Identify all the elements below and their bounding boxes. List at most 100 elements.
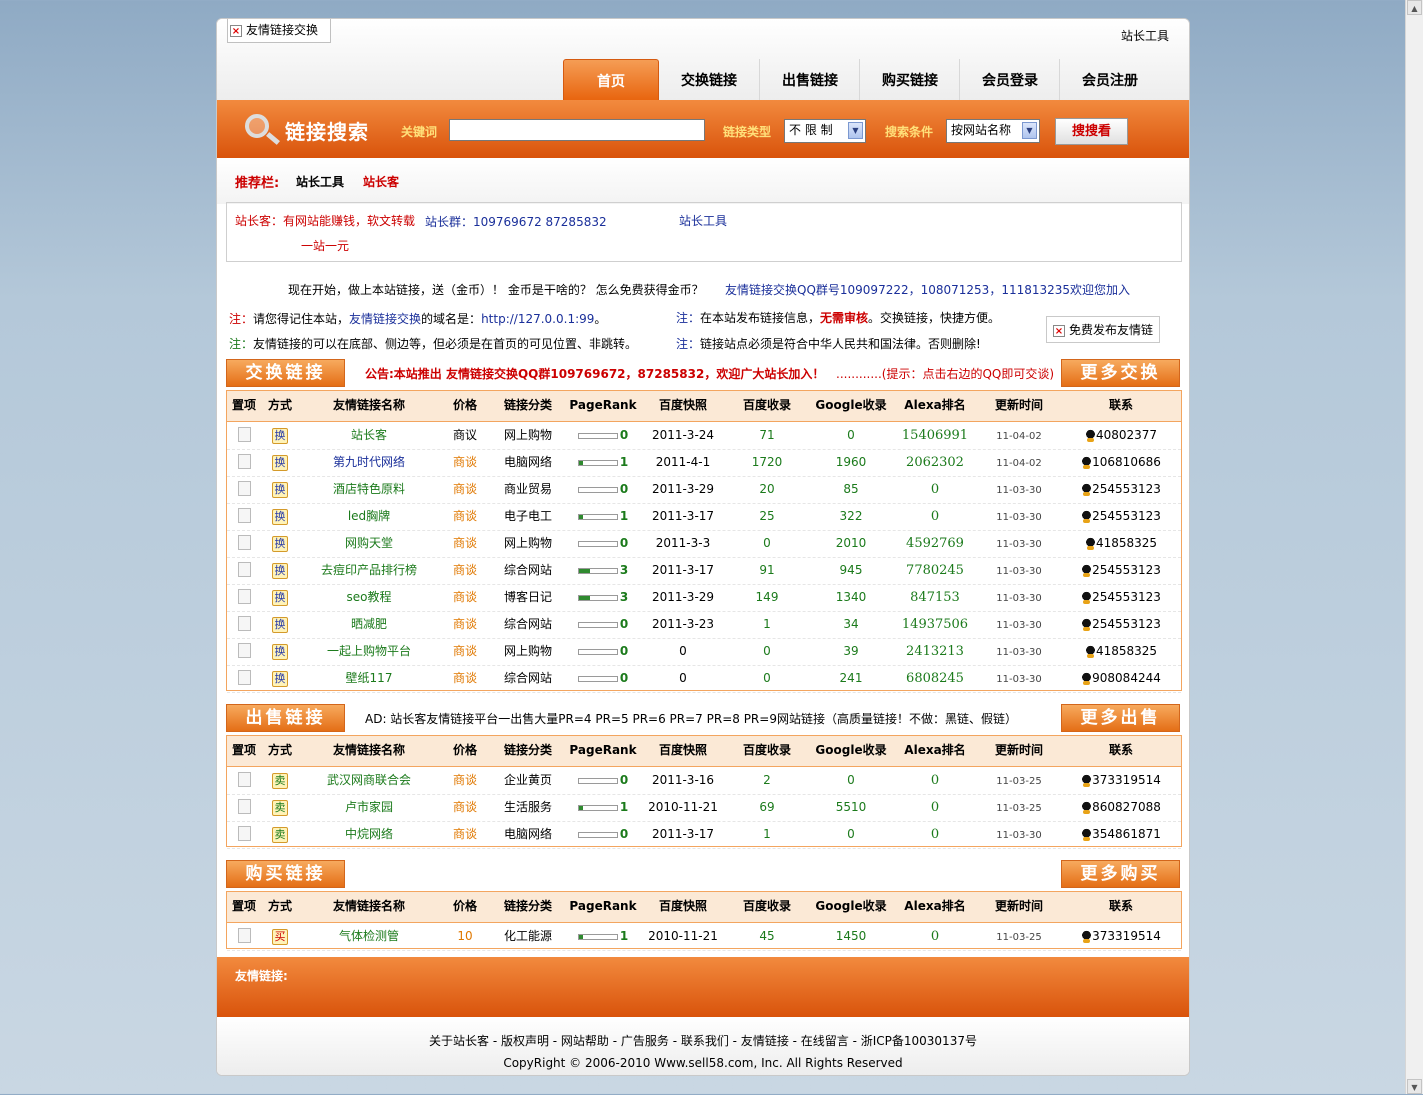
cell-contact[interactable]: 860827088	[1061, 794, 1181, 821]
cell-name[interactable]: 网购天堂	[299, 530, 439, 557]
qq-penguin-icon[interactable]	[1081, 456, 1093, 469]
site-name-link[interactable]: 一起上购物平台	[327, 644, 411, 658]
qq-penguin-icon[interactable]	[1084, 645, 1096, 658]
qq-penguin-icon[interactable]	[1081, 591, 1093, 604]
cell-contact[interactable]: 373319514	[1061, 923, 1181, 950]
cell-name[interactable]: 卢市家园	[299, 794, 439, 821]
qq-penguin-icon[interactable]	[1084, 429, 1096, 442]
cell-pin[interactable]	[227, 767, 261, 794]
cell-contact[interactable]: 40802377	[1061, 422, 1181, 449]
cell-pin[interactable]	[227, 665, 261, 692]
qq-number[interactable]: 254553123	[1092, 563, 1161, 577]
qq-number[interactable]: 106810686	[1092, 455, 1161, 469]
qq-contact[interactable]: 860827088	[1081, 800, 1161, 814]
site-name-link[interactable]: 站长客	[351, 428, 387, 442]
qq-contact[interactable]: 106810686	[1081, 455, 1161, 469]
qq-number[interactable]: 40802377	[1096, 428, 1157, 442]
cell-name[interactable]: seo教程	[299, 584, 439, 611]
cell-name[interactable]: 武汉网商联合会	[299, 767, 439, 794]
cell-contact[interactable]: 254553123	[1061, 476, 1181, 503]
qq-contact[interactable]: 373319514	[1081, 773, 1161, 787]
nav-tab-exchange[interactable]: 交换链接	[659, 59, 759, 100]
qq-penguin-icon[interactable]	[1081, 930, 1093, 943]
site-url-link[interactable]: http://127.0.0.1:99	[481, 312, 594, 326]
qq-contact[interactable]: 254553123	[1081, 482, 1161, 496]
site-name-link[interactable]: 第九时代网络	[333, 455, 405, 469]
qq-number[interactable]: 908084244	[1092, 671, 1161, 685]
site-logo[interactable]: × 友情链接交换	[227, 19, 331, 43]
qq-penguin-icon[interactable]	[1081, 564, 1093, 577]
cell-contact[interactable]: 908084244	[1061, 665, 1181, 692]
cell-pin[interactable]	[227, 530, 261, 557]
nav-tab-home[interactable]: 首页	[563, 59, 659, 100]
cell-pin[interactable]	[227, 638, 261, 665]
qq-number[interactable]: 254553123	[1092, 509, 1161, 523]
cell-contact[interactable]: 106810686	[1061, 449, 1181, 476]
footer-links[interactable]: 关于站长客 - 版权声明 - 网站帮助 - 广告服务 - 联系我们 - 友情链接…	[217, 1032, 1189, 1049]
qq-penguin-icon[interactable]	[1081, 483, 1093, 496]
cell-contact[interactable]: 254553123	[1061, 584, 1181, 611]
cell-name[interactable]: 壁纸117	[299, 665, 439, 692]
recommend-ad-text[interactable]: 站长客：有网站能赚钱，软文转载	[235, 212, 415, 229]
cell-pin[interactable]	[227, 821, 261, 848]
cell-pin[interactable]	[227, 584, 261, 611]
scroll-up-arrow-icon[interactable]: ▲	[1407, 0, 1422, 15]
cell-name[interactable]: 酒店特色原料	[299, 476, 439, 503]
qq-penguin-icon[interactable]	[1081, 672, 1093, 685]
cell-contact[interactable]: 254553123	[1061, 557, 1181, 584]
site-name-link[interactable]: 武汉网商联合会	[327, 773, 411, 787]
cell-pin[interactable]	[227, 476, 261, 503]
more-sell-button[interactable]: 更多出售	[1061, 704, 1180, 732]
qq-number[interactable]: 354861871	[1092, 827, 1161, 841]
site-name-link[interactable]: led胸牌	[348, 509, 390, 523]
nav-tab-sell[interactable]: 出售链接	[759, 59, 860, 100]
qq-contact[interactable]: 40802377	[1084, 428, 1157, 442]
site-name-link[interactable]: 气体检测管	[339, 929, 399, 943]
scroll-down-arrow-icon[interactable]: ▼	[1407, 1079, 1422, 1094]
search-button[interactable]: 搜搜看	[1055, 118, 1128, 145]
recommend-tools-link[interactable]: 站长工具	[679, 212, 727, 229]
dropdown-arrow-icon[interactable]: ▼	[1022, 122, 1037, 139]
sell-section-button[interactable]: 出售链接	[226, 704, 345, 732]
qq-contact[interactable]: 254553123	[1081, 617, 1161, 631]
cell-pin[interactable]	[227, 794, 261, 821]
qq-contact[interactable]: 373319514	[1081, 929, 1161, 943]
link-type-select[interactable]: 不 限 制 ▼	[784, 119, 866, 143]
site-name-link[interactable]: 卢市家园	[345, 800, 393, 814]
cell-name[interactable]: 站长客	[299, 422, 439, 449]
site-name-link[interactable]: 壁纸117	[346, 671, 393, 685]
site-name-link[interactable]: 中烷网络	[345, 827, 393, 841]
keyword-input[interactable]	[449, 119, 705, 141]
cell-name[interactable]: 气体检测管	[299, 923, 439, 950]
recommend-link-tools[interactable]: 站长工具	[296, 173, 344, 190]
cell-name[interactable]: 去痘印产品排行榜	[299, 557, 439, 584]
cell-pin[interactable]	[227, 422, 261, 449]
qq-penguin-icon[interactable]	[1081, 510, 1093, 523]
cell-name[interactable]: 一起上购物平台	[299, 638, 439, 665]
qq-number[interactable]: 254553123	[1092, 617, 1161, 631]
cell-pin[interactable]	[227, 923, 261, 950]
cell-name[interactable]: led胸牌	[299, 503, 439, 530]
qq-group-link[interactable]: 友情链接交换QQ群号109097222，108071253，111813235欢…	[725, 281, 1130, 298]
nav-tab-login[interactable]: 会员登录	[959, 59, 1060, 100]
site-name-link[interactable]: 友情链接交换	[349, 312, 421, 326]
qq-penguin-icon[interactable]	[1084, 537, 1096, 550]
dropdown-arrow-icon[interactable]: ▼	[848, 122, 863, 139]
buy-section-button[interactable]: 购买链接	[226, 860, 345, 888]
cell-pin[interactable]	[227, 449, 261, 476]
cell-contact[interactable]: 41858325	[1061, 530, 1181, 557]
top-link-webmaster-tools[interactable]: 站长工具	[1121, 27, 1169, 44]
qq-number[interactable]: 254553123	[1092, 482, 1161, 496]
qq-contact[interactable]: 908084244	[1081, 671, 1161, 685]
qq-number[interactable]: 254553123	[1092, 590, 1161, 604]
more-buy-button[interactable]: 更多购买	[1061, 860, 1180, 888]
qq-contact[interactable]: 41858325	[1084, 536, 1157, 550]
qq-penguin-icon[interactable]	[1081, 828, 1093, 841]
qq-penguin-icon[interactable]	[1081, 618, 1093, 631]
nav-tab-register[interactable]: 会员注册	[1059, 59, 1160, 100]
cell-pin[interactable]	[227, 557, 261, 584]
nav-tab-buy[interactable]: 购买链接	[859, 59, 960, 100]
cell-name[interactable]: 第九时代网络	[299, 449, 439, 476]
qq-number[interactable]: 41858325	[1096, 536, 1157, 550]
recommend-one-yuan[interactable]: 一站一元	[301, 237, 349, 254]
